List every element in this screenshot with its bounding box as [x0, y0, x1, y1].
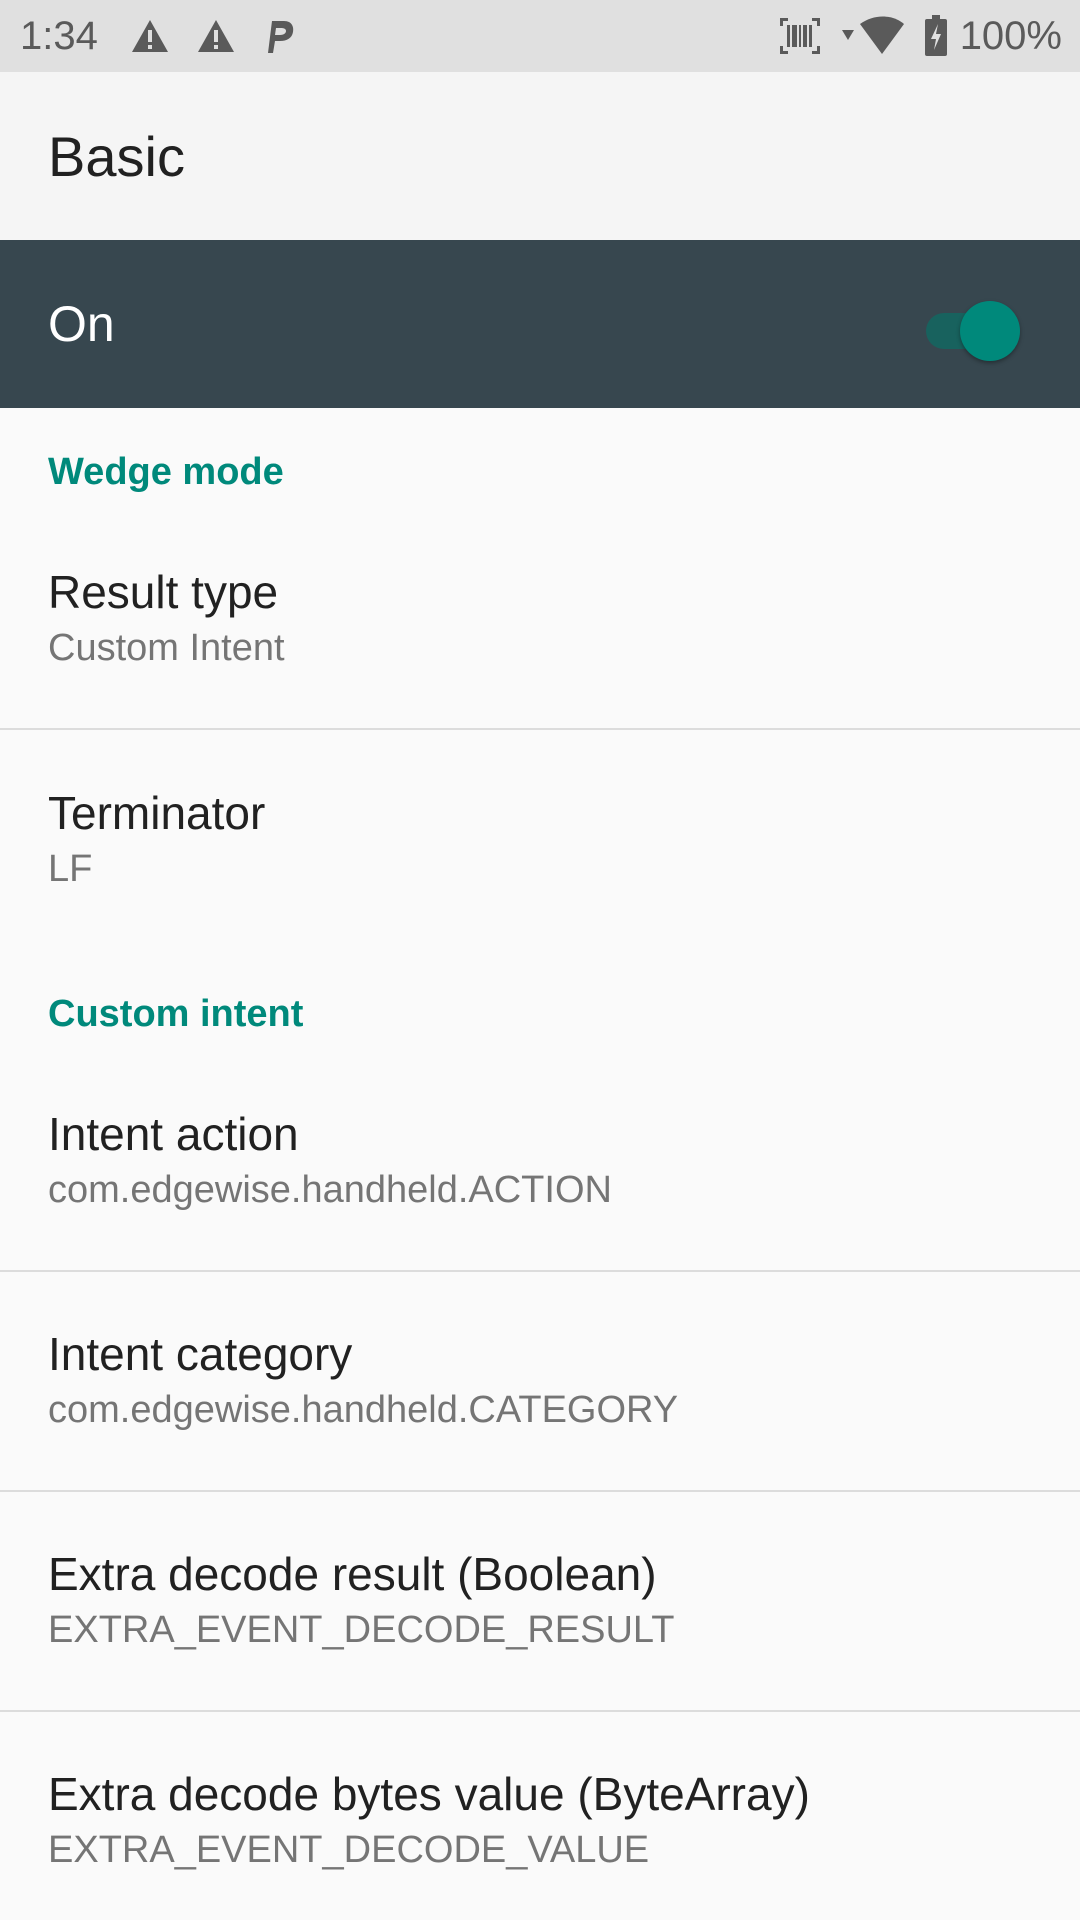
app-bar: Basic — [0, 72, 1080, 240]
pref-title: Extra decode bytes value (ByteArray) — [48, 1768, 810, 1820]
pref-extra-decode-bytes-value[interactable]: Extra decode bytes value (ByteArray) EXT… — [0, 1712, 1080, 1920]
status-time: 1:34 — [20, 13, 98, 58]
pref-summary: Custom Intent — [48, 627, 285, 669]
status-bar-right: 100% — [760, 14, 1062, 59]
pref-terminator[interactable]: Terminator LF — [0, 730, 1080, 950]
status-bar: 1:34 100% — [0, 0, 1080, 72]
pref-summary: com.edgewise.handheld.CATEGORY — [48, 1389, 679, 1431]
parking-icon — [262, 17, 296, 55]
warning-icon — [196, 18, 236, 54]
page-title: Basic — [48, 124, 185, 188]
master-toggle-switch[interactable] — [922, 294, 1020, 361]
pref-summary: LF — [48, 848, 93, 890]
master-switch-label: On — [48, 296, 115, 352]
pref-summary: com.edgewise.handheld.ACTION — [48, 1169, 612, 1211]
pref-title: Extra decode result (Boolean) — [48, 1548, 657, 1600]
pref-title: Result type — [48, 566, 279, 618]
pref-title: Terminator — [48, 787, 266, 839]
category-title: Custom intent — [48, 993, 304, 1035]
pref-summary: EXTRA_EVENT_DECODE_VALUE — [48, 1829, 650, 1871]
status-bar-left: 1:34 — [20, 14, 322, 59]
pref-result-type[interactable]: Result type Custom Intent — [0, 510, 1080, 730]
category-header-wedge-mode: Wedge mode — [0, 408, 1080, 510]
wifi-icon — [840, 16, 906, 56]
warning-icon — [130, 18, 170, 54]
pref-intent-action[interactable]: Intent action com.edgewise.handheld.ACTI… — [0, 1052, 1080, 1272]
pref-summary: EXTRA_EVENT_DECODE_RESULT — [48, 1609, 675, 1651]
pref-title: Intent category — [48, 1328, 353, 1380]
pref-intent-category[interactable]: Intent category com.edgewise.handheld.CA… — [0, 1272, 1080, 1492]
switch-thumb — [960, 301, 1020, 361]
category-header-custom-intent: Custom intent — [0, 950, 1080, 1052]
battery-charging-icon — [924, 15, 948, 57]
barcode-scanner-icon — [778, 16, 822, 56]
pref-title: Intent action — [48, 1108, 299, 1160]
master-switch-bar[interactable]: On — [0, 240, 1080, 408]
battery-percent: 100% — [959, 13, 1062, 58]
category-title: Wedge mode — [48, 451, 284, 493]
pref-extra-decode-result[interactable]: Extra decode result (Boolean) EXTRA_EVEN… — [0, 1492, 1080, 1712]
